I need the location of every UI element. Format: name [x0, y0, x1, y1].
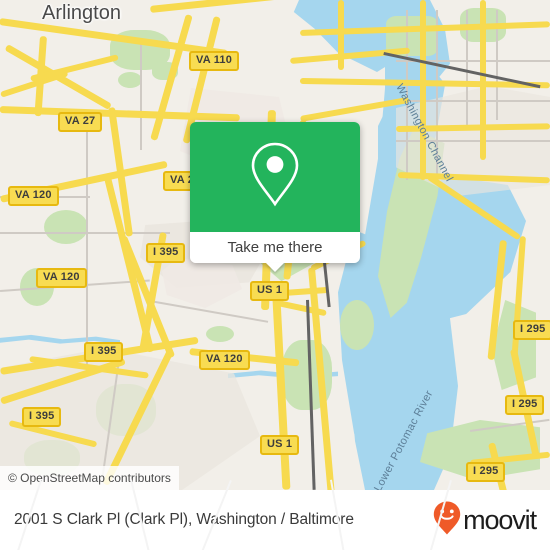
take-me-there-button[interactable]: Take me there [190, 232, 360, 263]
highway-us-1-ramp [276, 300, 327, 317]
route-shield: VA 27 [58, 112, 103, 132]
minor-road [86, 132, 88, 372]
location-popup-card[interactable]: Take me there [190, 122, 360, 272]
minor-road [0, 232, 170, 234]
osm-attribution-text: © OpenStreetMap contributors [8, 471, 171, 485]
map-pin-icon [247, 140, 303, 215]
route-shield: VA 110 [189, 51, 240, 71]
location-title: 2001 S Clark Pl (Clark Pl), Washington /… [14, 511, 354, 528]
highway-us-1-ramp2 [284, 286, 329, 296]
route-shield: VA 120 [199, 350, 250, 370]
route-shield: VA 120 [8, 186, 59, 206]
moovit-pin-icon [432, 500, 462, 541]
minor-road [140, 40, 142, 150]
popup-card-header [190, 122, 360, 232]
route-shield: I 295 [466, 462, 506, 482]
highway-dc-vert-1 [420, 0, 426, 180]
osm-attribution[interactable]: © OpenStreetMap contributors [0, 466, 179, 490]
route-shield: I 295 [505, 395, 545, 415]
park-nw-strip [44, 210, 88, 244]
route-shield: US 1 [250, 281, 290, 301]
highway-dc-vert-2 [480, 0, 486, 160]
place-label: Arlington [42, 2, 121, 24]
route-shield: I 395 [146, 243, 186, 263]
route-shield: I 395 [22, 407, 62, 427]
route-shield: I 395 [84, 342, 124, 362]
moovit-wordmark: moovit [463, 504, 537, 535]
park-north-3 [118, 72, 142, 88]
route-shield: I 295 [513, 320, 550, 340]
footer-bar: 2001 S Clark Pl (Clark Pl), Washington /… [0, 479, 550, 550]
map-screenshot: Arlington Washington Channel Lower Potoma… [0, 0, 550, 550]
route-shield: VA 120 [36, 268, 87, 288]
moovit-logo[interactable]: moovit [432, 500, 537, 541]
builtup-pentagon [162, 258, 242, 308]
park-center-small [206, 326, 234, 342]
route-shield: US 1 [260, 435, 300, 455]
park-se-2 [340, 300, 374, 350]
popup-card-pointer [266, 263, 284, 272]
take-me-there-label: Take me there [227, 239, 323, 256]
